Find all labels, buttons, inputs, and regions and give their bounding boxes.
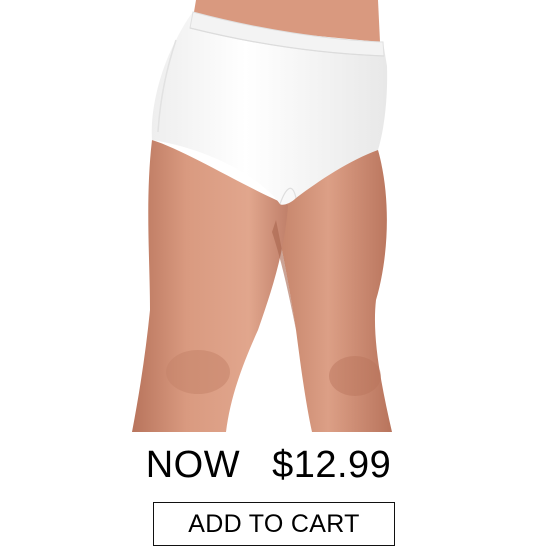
add-to-cart-button[interactable]: ADD TO CART bbox=[153, 502, 395, 546]
left-knee-shade bbox=[166, 350, 230, 394]
price-value: $12.99 bbox=[272, 444, 392, 486]
price-row: NOW $12.99 bbox=[0, 440, 537, 490]
product-image[interactable] bbox=[0, 0, 537, 432]
right-knee-shade bbox=[329, 356, 381, 396]
product-illustration bbox=[132, 0, 392, 432]
price-prefix: NOW bbox=[145, 444, 241, 486]
